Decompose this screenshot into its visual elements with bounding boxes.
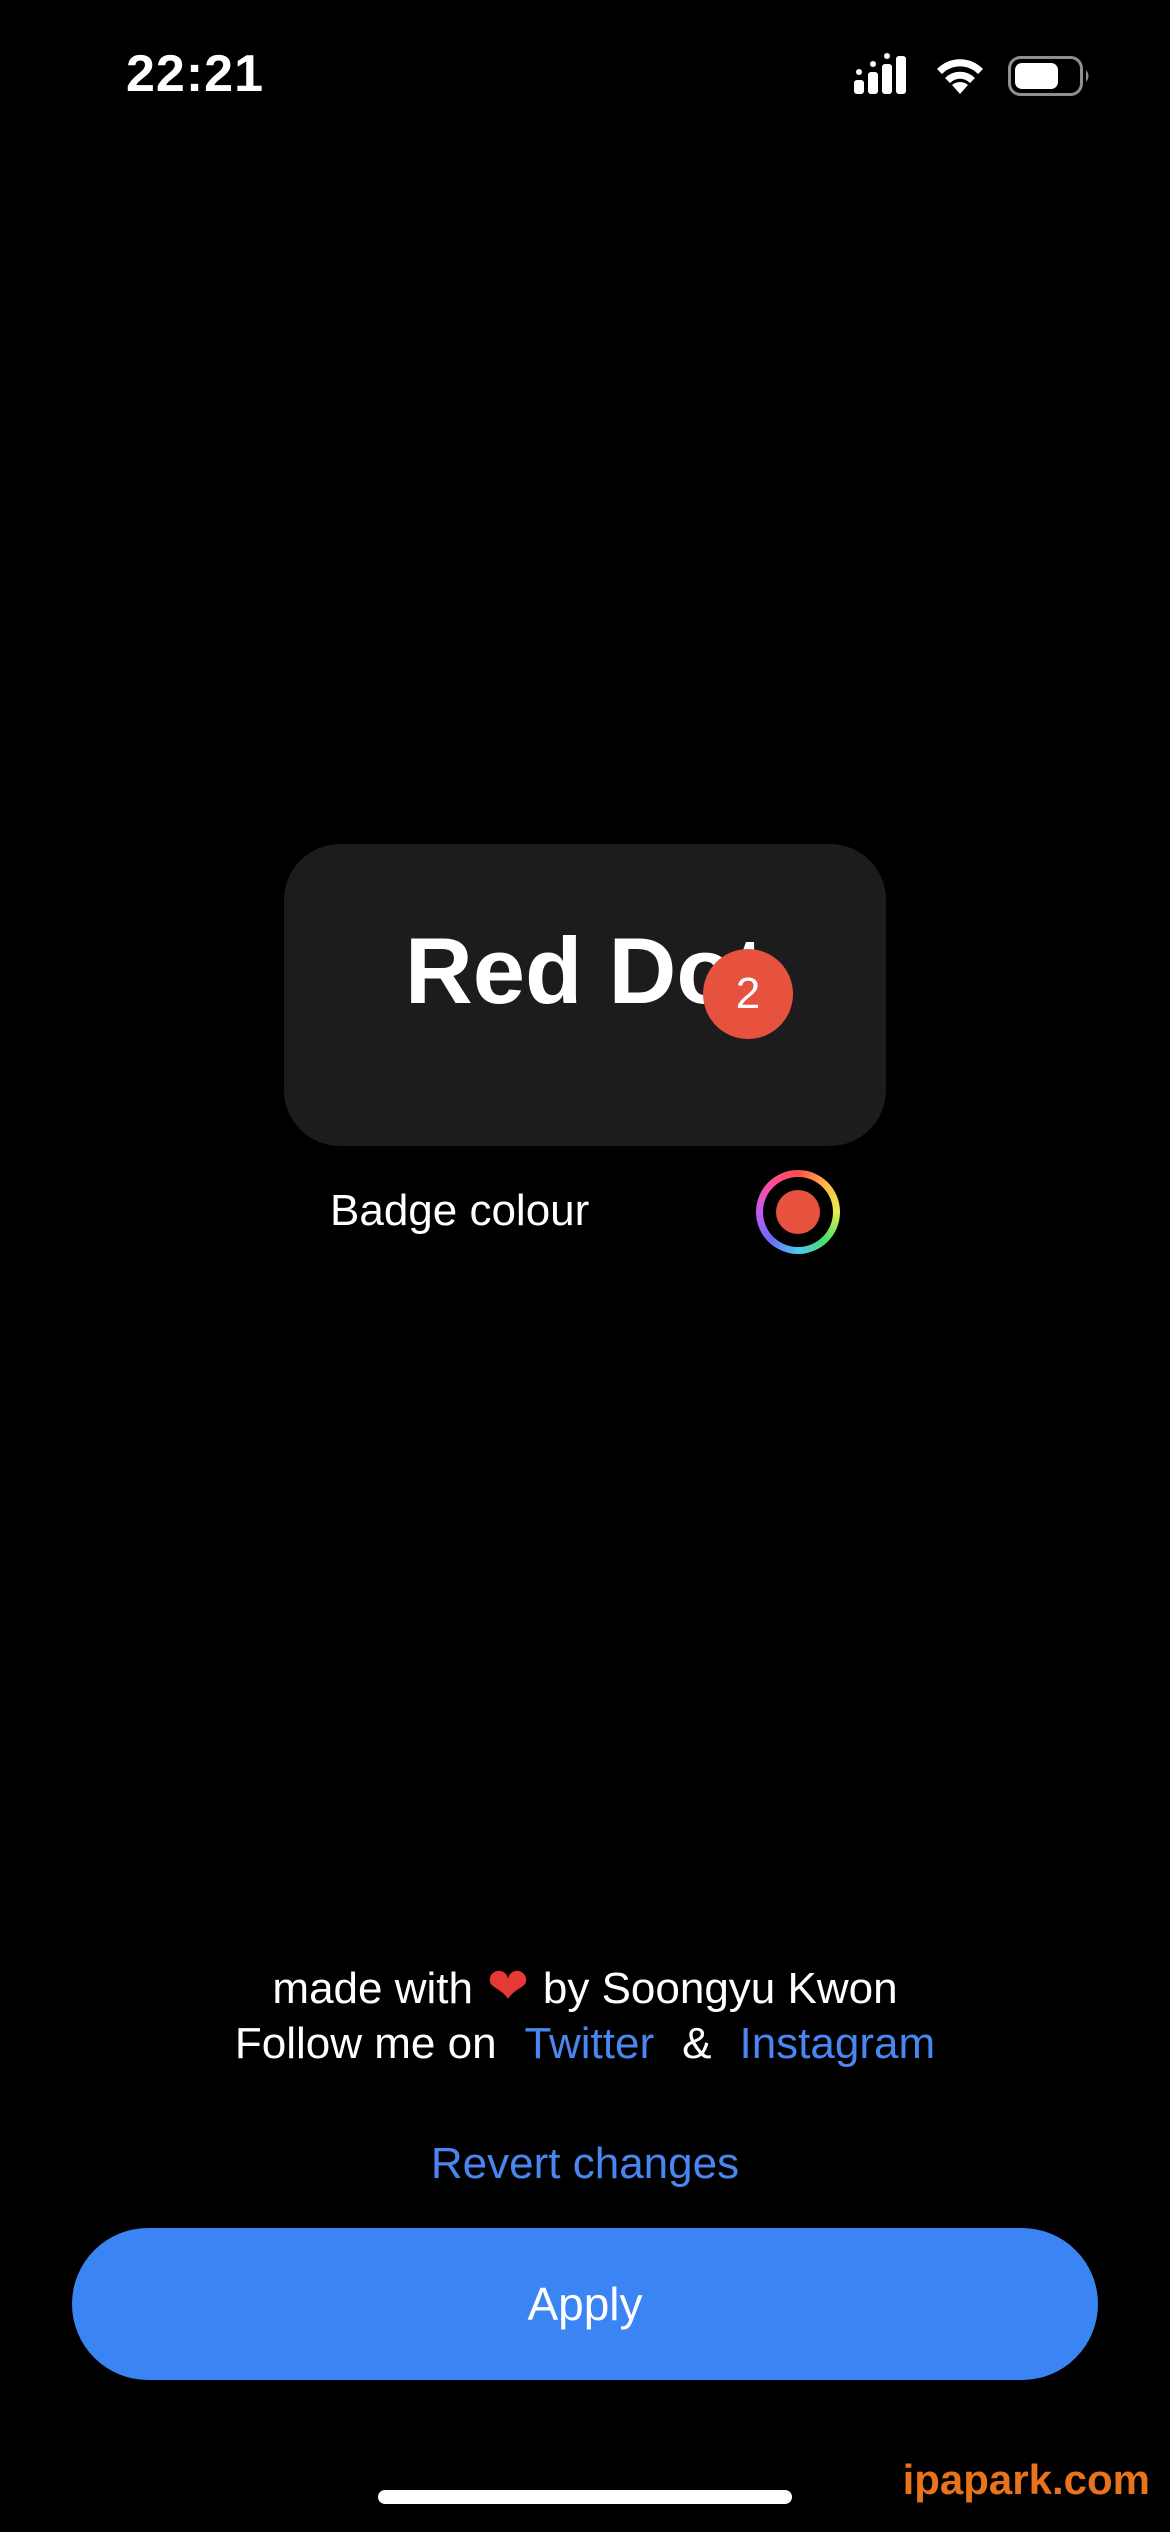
home-indicator[interactable] <box>378 2490 792 2504</box>
twitter-link[interactable]: Twitter <box>525 2019 655 2068</box>
revert-changes-button[interactable]: Revert changes <box>0 2136 1170 2192</box>
battery-icon <box>1008 56 1089 96</box>
badge-colour-label: Badge colour <box>330 1186 590 1235</box>
status-time: 22:21 <box>126 45 264 103</box>
instagram-link[interactable]: Instagram <box>739 2019 935 2068</box>
app-title: Red Dot <box>404 918 766 1023</box>
watermark: ipapark.com <box>902 2456 1150 2503</box>
author-text: by Soongyu Kwon <box>542 1964 898 2013</box>
wifi-icon <box>937 59 983 94</box>
apply-button[interactable]: Apply <box>72 2228 1098 2380</box>
heart-icon: ❤ <box>486 1958 529 2014</box>
selected-color-swatch <box>776 1190 820 1234</box>
follow-prefix-text: Follow me on <box>234 2019 497 2068</box>
signal-icon <box>854 53 906 94</box>
color-well-ring <box>763 1177 833 1247</box>
app-icon-preview-card: Red Dot 2 <box>284 844 886 1146</box>
made-with-text: made with <box>272 1964 473 2013</box>
color-picker-button[interactable] <box>756 1170 840 1254</box>
notification-badge: 2 <box>703 949 793 1039</box>
credit-line: made with ❤ by Soongyu Kwon <box>0 1958 1170 2017</box>
follow-line: Follow me on Twitter & Instagram <box>0 2016 1170 2072</box>
ampersand-text: & <box>682 2019 712 2068</box>
